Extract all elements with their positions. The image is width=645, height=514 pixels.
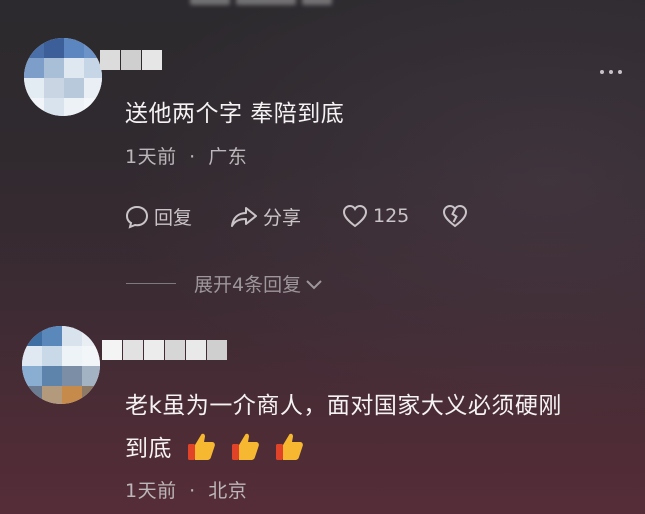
comment-text-line-2: 到底: [125, 430, 562, 467]
expand-replies-label: 展开4条回复: [194, 274, 302, 296]
comment-text: 送他两个字 奉陪到底: [125, 101, 345, 127]
comment-location: 北京: [208, 480, 248, 502]
reply-button[interactable]: 回复: [124, 203, 192, 230]
meta-separator: ·: [189, 146, 196, 168]
username-pixelated[interactable]: [102, 340, 228, 364]
like-count: 125: [373, 205, 410, 227]
username-pixelated[interactable]: [100, 50, 163, 74]
comment-meta: 1天前 · 北京: [125, 476, 247, 503]
cut-off-header: [190, 0, 340, 5]
comment-bubble-icon: [125, 205, 149, 229]
comment-meta: 1天前 · 广东: [125, 142, 247, 169]
comment-time: 1天前: [125, 146, 177, 168]
broken-heart-icon: [442, 204, 468, 228]
comment-text-line-1: 老k虽为一介商人，面对国家大义必须硬刚: [125, 393, 562, 419]
meta-separator: ·: [189, 480, 196, 502]
heart-icon: [342, 204, 368, 228]
thumbs-up-emoji: [230, 430, 260, 462]
like-button[interactable]: 125: [341, 203, 409, 229]
avatar[interactable]: [22, 326, 100, 404]
comment-text-line-2-text: 到底: [125, 436, 172, 462]
thumbs-up-emoji: [274, 430, 304, 462]
comment-text: 老k虽为一介商人，面对国家大义必须硬刚 到底: [125, 388, 562, 467]
thumbs-up-emoji: [186, 430, 216, 462]
comment-location: 广东: [208, 146, 248, 168]
share-label: 分享: [263, 207, 302, 229]
chevron-down-icon: [306, 279, 322, 289]
avatar[interactable]: [24, 38, 102, 116]
more-dots-icon[interactable]: [600, 70, 627, 74]
comment-time: 1天前: [125, 480, 177, 502]
expand-replies-button[interactable]: 展开4条回复: [126, 270, 325, 297]
share-button[interactable]: 分享: [229, 203, 301, 230]
expand-divider: [126, 283, 176, 284]
dislike-button[interactable]: [441, 203, 473, 229]
reply-label: 回复: [154, 207, 193, 229]
share-arrow-icon: [231, 206, 257, 227]
